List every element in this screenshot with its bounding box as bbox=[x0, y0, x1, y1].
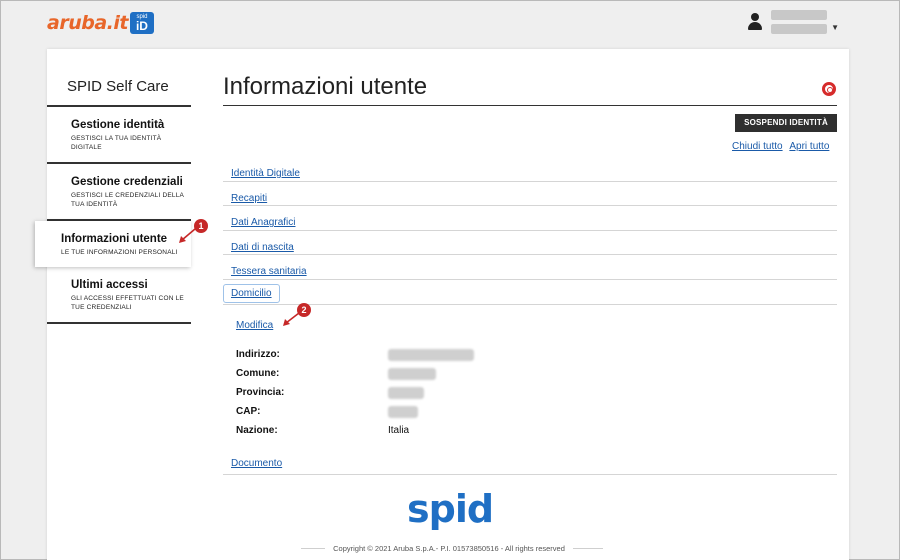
accordion-row: Recapiti bbox=[223, 182, 837, 206]
accordion-row-open: Domicilio bbox=[223, 280, 837, 305]
section-recapiti[interactable]: Recapiti bbox=[231, 193, 267, 204]
sidebar-item-gestione-credenziali[interactable]: Gestione credenziali GESTISCI LE CREDENZ… bbox=[47, 164, 191, 221]
annotation-arrow-2 bbox=[283, 312, 300, 326]
accordion-row: Documento bbox=[223, 453, 837, 475]
sidebar: SPID Self Care Gestione identità GESTISC… bbox=[35, 49, 191, 324]
top-bar: aruba.it spid iD ▼ bbox=[1, 1, 899, 49]
detail-label: Provincia: bbox=[236, 387, 285, 398]
accordion-list: Identità Digitale Recapiti Dati Anagrafi… bbox=[223, 157, 837, 305]
detail-row: CAP: bbox=[236, 402, 474, 421]
annotation-arrow-1 bbox=[179, 228, 196, 243]
accordion-row: Dati di nascita bbox=[223, 231, 837, 255]
expand-collapse-links: Chiudi tutto Apri tutto bbox=[728, 141, 829, 152]
expand-all-link[interactable]: Apri tutto bbox=[789, 141, 829, 152]
redacted-value bbox=[388, 405, 418, 418]
aruba-logo[interactable]: aruba.it spid iD bbox=[47, 11, 154, 35]
help-lifebuoy-icon[interactable] bbox=[822, 82, 836, 96]
section-domicilio[interactable]: Domicilio bbox=[223, 283, 280, 303]
sidebar-item-informazioni-utente[interactable]: Informazioni utente LE TUE INFORMAZIONI … bbox=[35, 221, 191, 267]
detail-label: Indirizzo: bbox=[236, 349, 280, 360]
accordion-row: Tessera sanitaria bbox=[223, 255, 837, 280]
sidebar-item-label: Ultimi accessi bbox=[71, 279, 148, 291]
redacted-value bbox=[388, 386, 424, 399]
sidebar-item-gestione-identita[interactable]: Gestione identità GESTISCI LA TUA IDENTI… bbox=[47, 107, 191, 164]
main-card: SPID Self Care Gestione identità GESTISC… bbox=[35, 49, 849, 560]
detail-label: Comune: bbox=[236, 368, 280, 379]
spid-id-badge: spid iD bbox=[129, 12, 154, 34]
edit-link[interactable]: Modifica bbox=[236, 320, 273, 331]
detail-row: Indirizzo: bbox=[236, 345, 474, 364]
logo-text: aruba.it bbox=[47, 12, 128, 34]
sidebar-item-label: Gestione identità bbox=[71, 119, 165, 131]
sidebar-item-subtitle: LE TUE INFORMAZIONI PERSONALI bbox=[61, 249, 178, 256]
sidebar-item-subtitle: GESTISCI LA TUA IDENTITÀ DIGITALE bbox=[71, 135, 162, 151]
detail-label: Nazione: bbox=[236, 425, 278, 436]
detail-row: Provincia: bbox=[236, 383, 474, 402]
title-divider bbox=[223, 105, 837, 106]
user-menu[interactable]: ▼ bbox=[747, 10, 839, 34]
detail-row: Nazione: Italia bbox=[236, 421, 474, 440]
section-dati-di-nascita[interactable]: Dati di nascita bbox=[231, 242, 294, 253]
user-name-redacted bbox=[771, 10, 828, 34]
redacted-value bbox=[388, 348, 474, 361]
sidebar-item-subtitle: GLI ACCESSI EFFETTUATI CON LE TUE CREDEN… bbox=[71, 295, 184, 311]
sidebar-item-subtitle: GESTISCI LE CREDENZIALI DELLA TUA IDENTI… bbox=[71, 192, 184, 208]
section-tessera-sanitaria[interactable]: Tessera sanitaria bbox=[231, 266, 307, 277]
address-details: Indirizzo: Comune: Provincia: CAP: Nazio… bbox=[236, 345, 474, 440]
accordion-row: Dati Anagrafici bbox=[223, 206, 837, 231]
badge-main-text: iD bbox=[135, 19, 148, 33]
collapse-all-link[interactable]: Chiudi tutto bbox=[732, 141, 783, 152]
detail-label: CAP: bbox=[236, 406, 261, 417]
spid-logo: spid bbox=[407, 487, 494, 531]
suspend-identity-button[interactable]: SOSPENDI IDENTITÀ bbox=[735, 114, 837, 132]
sidebar-item-ultimi-accessi[interactable]: Ultimi accessi GLI ACCESSI EFFETTUATI CO… bbox=[47, 267, 191, 324]
user-icon bbox=[747, 13, 763, 31]
page-title: Informazioni utente bbox=[223, 73, 428, 100]
sidebar-item-label: Informazioni utente bbox=[61, 233, 168, 245]
detail-row: Comune: bbox=[236, 364, 474, 383]
copyright-text: Copyright © 2021 Aruba S.p.A.- P.I. 0157… bbox=[325, 544, 573, 553]
sidebar-title: SPID Self Care bbox=[47, 49, 191, 107]
sidebar-item-label: Gestione credenziali bbox=[71, 176, 183, 188]
detail-value: Italia bbox=[388, 425, 410, 436]
footer-copyright: Copyright © 2021 Aruba S.p.A.- P.I. 0157… bbox=[299, 544, 599, 553]
section-dati-anagrafici[interactable]: Dati Anagrafici bbox=[231, 217, 295, 228]
section-identita-digitale[interactable]: Identità Digitale bbox=[231, 168, 300, 179]
chevron-down-icon[interactable]: ▼ bbox=[831, 23, 839, 32]
redacted-value bbox=[388, 367, 436, 380]
accordion-row: Identità Digitale bbox=[223, 157, 837, 182]
section-documento[interactable]: Documento bbox=[231, 458, 282, 469]
